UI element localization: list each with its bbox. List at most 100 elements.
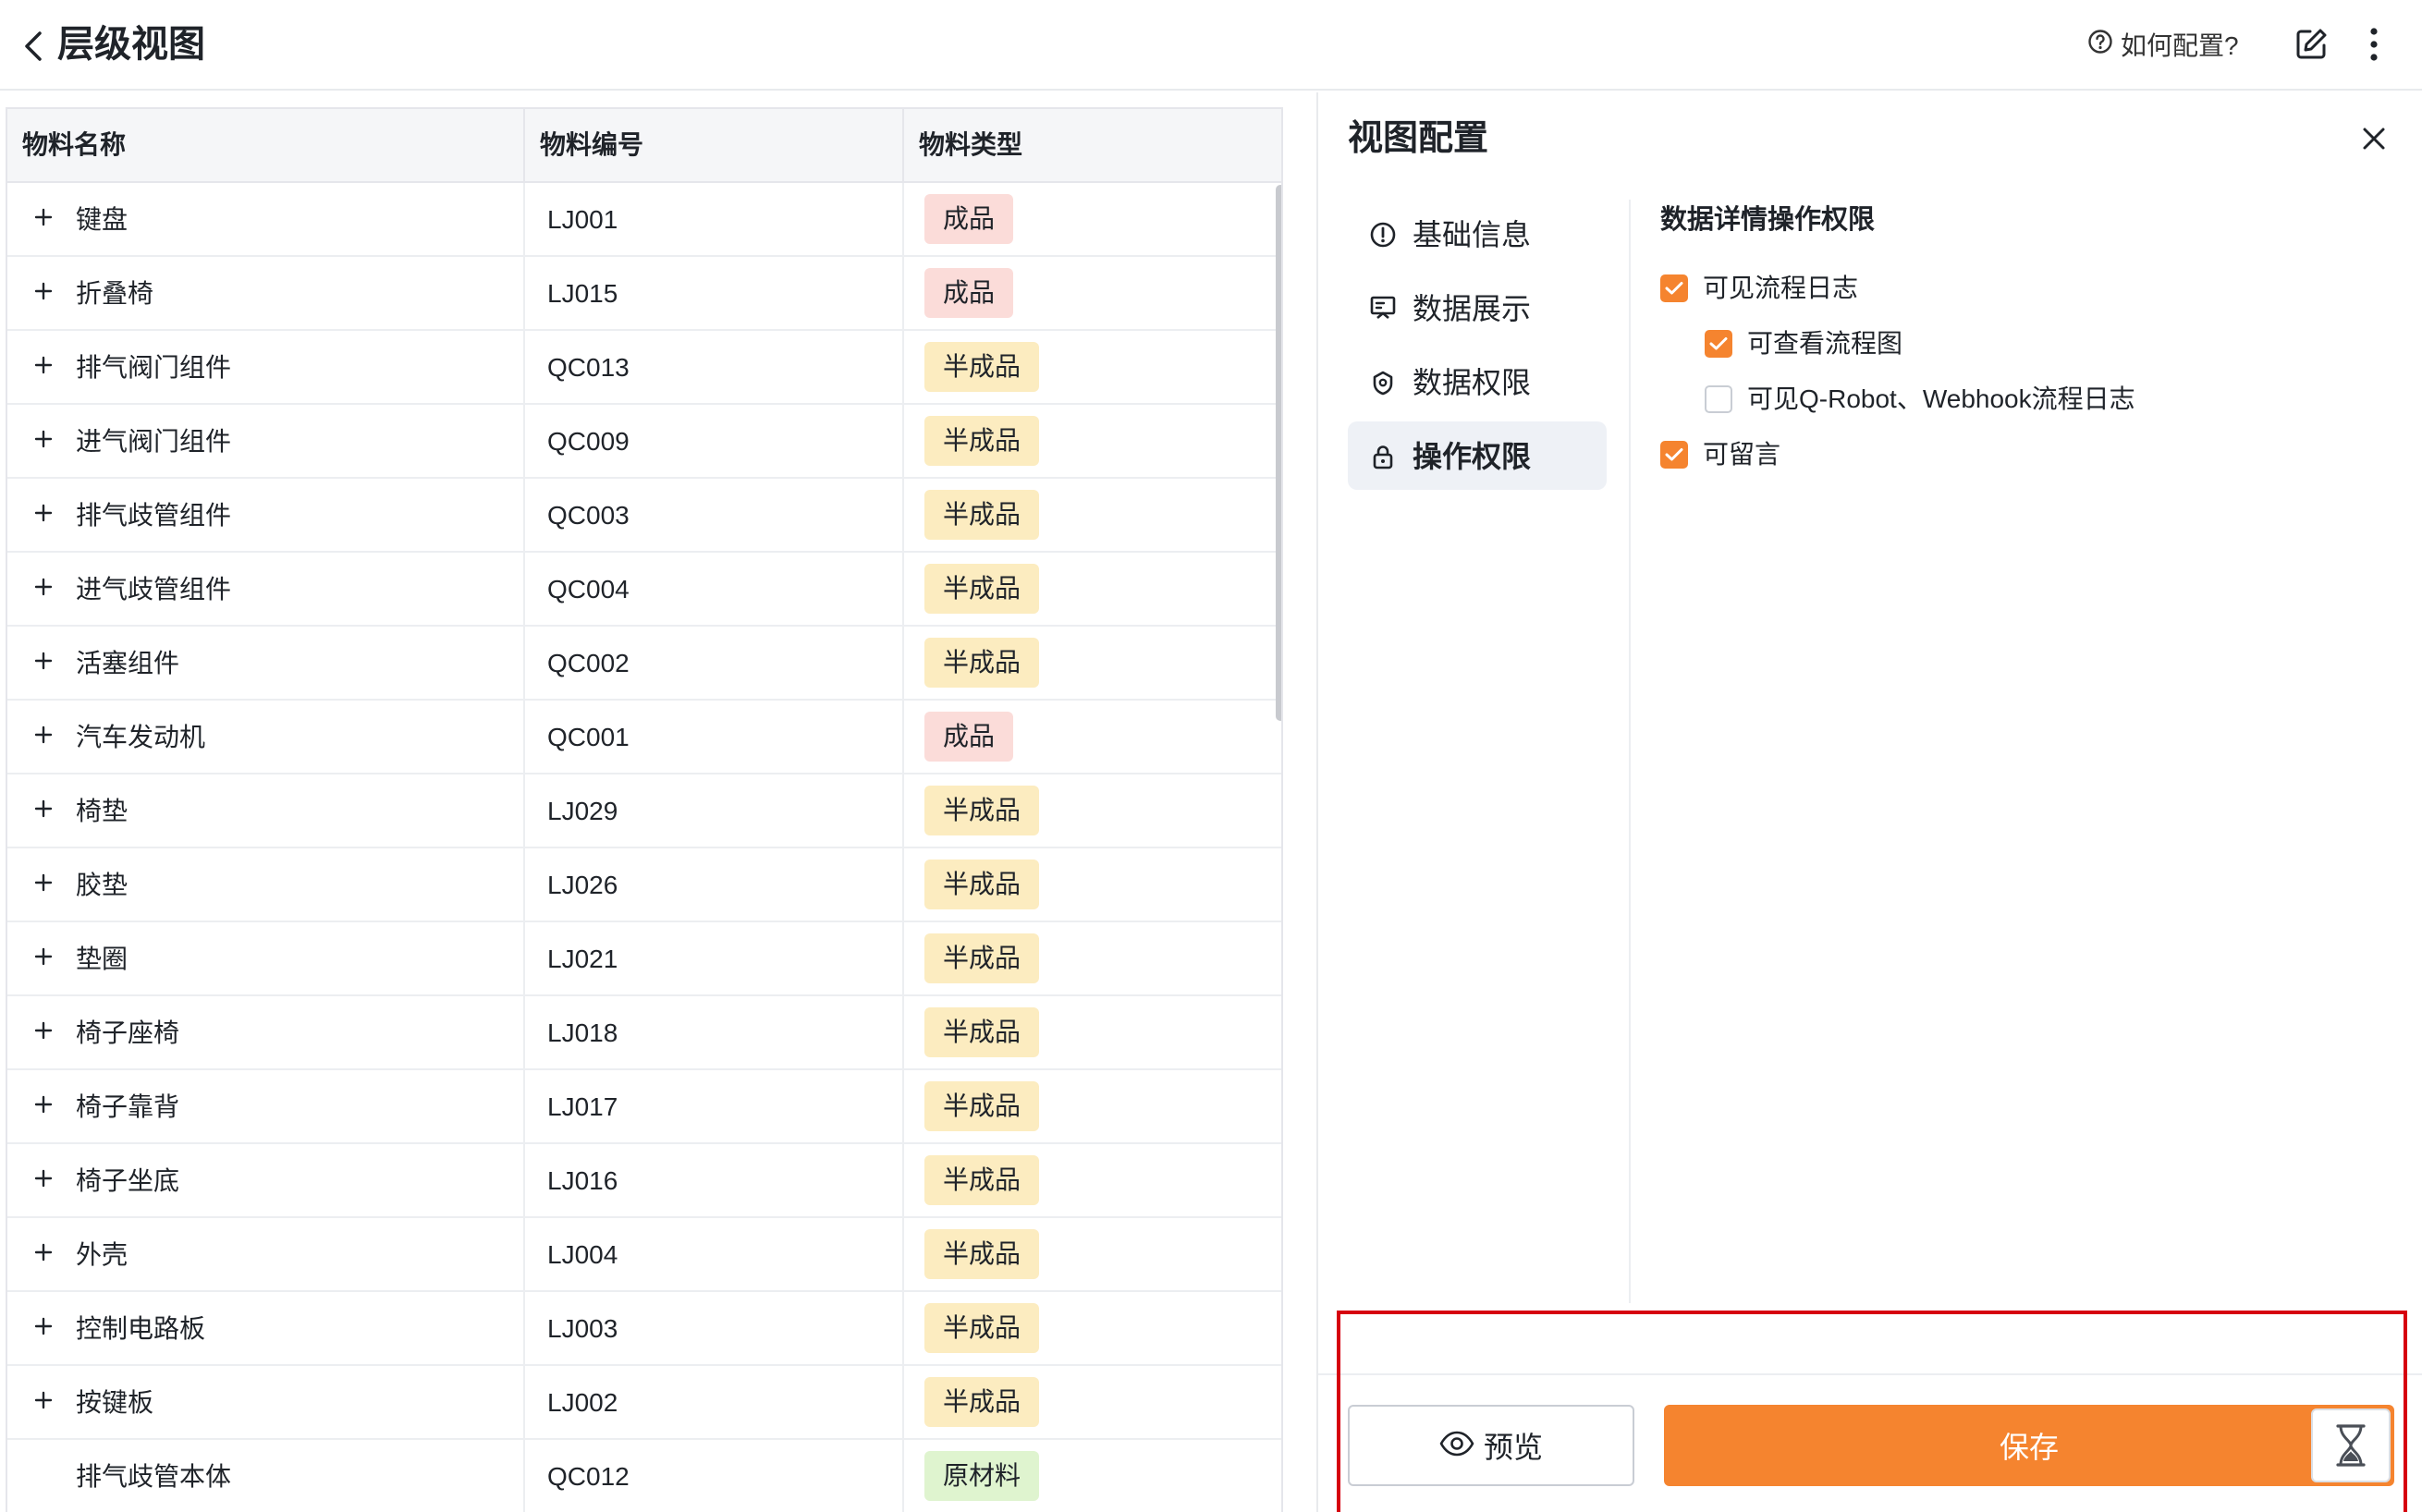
nav-label: 操作权限 <box>1413 440 1532 473</box>
material-code: QC001 <box>547 723 630 751</box>
help-link[interactable]: 如何配置? <box>2087 26 2239 63</box>
expand-plus-icon[interactable] <box>33 1316 54 1336</box>
expand-plus-icon[interactable] <box>33 1242 54 1262</box>
permission-label: 可见流程日志 <box>1703 274 1859 302</box>
nav-item-data-permission[interactable]: 数据权限 <box>1348 348 1607 416</box>
table-row[interactable]: 排气阀门组件 QC013 半成品 <box>7 331 1281 405</box>
material-code: LJ016 <box>547 1166 618 1195</box>
expand-plus-icon[interactable] <box>33 1020 54 1041</box>
material-name: 椅垫 <box>76 797 128 825</box>
expand-plus-icon[interactable] <box>33 281 54 301</box>
table-row[interactable]: 汽车发动机 QC001 成品 <box>7 701 1281 774</box>
more-vertical-icon[interactable] <box>2355 24 2392 65</box>
column-header-type[interactable]: 物料类型 <box>904 109 1281 181</box>
material-name: 按键板 <box>76 1388 154 1417</box>
expand-plus-icon[interactable] <box>33 355 54 375</box>
expand-plus-icon[interactable] <box>33 1094 54 1115</box>
nav-item-data-display[interactable]: 数据展示 <box>1348 274 1607 342</box>
material-name: 垫圈 <box>76 945 128 973</box>
material-code: LJ018 <box>547 1018 618 1047</box>
material-type-tag: 原材料 <box>924 1451 1040 1501</box>
close-icon[interactable] <box>2355 120 2392 157</box>
save-label: 保存 <box>1999 1431 2059 1464</box>
material-code: LJ003 <box>547 1314 618 1343</box>
expand-plus-icon[interactable] <box>33 651 54 671</box>
hourglass-icon[interactable] <box>2311 1408 2391 1482</box>
cell-name: 活塞组件 <box>7 627 525 699</box>
material-name: 键盘 <box>76 205 128 234</box>
nav-item-basic-info[interactable]: 基础信息 <box>1348 200 1607 268</box>
material-name: 排气阀门组件 <box>76 353 232 382</box>
permission-label: 可留言 <box>1703 440 1781 469</box>
material-name: 进气歧管组件 <box>76 575 232 604</box>
material-type-tag: 半成品 <box>924 1229 1040 1279</box>
nav-label: 基础信息 <box>1413 218 1532 251</box>
expand-plus-icon[interactable] <box>33 429 54 449</box>
material-type-tag: 半成品 <box>924 1081 1040 1131</box>
expand-plus-icon[interactable] <box>33 725 54 745</box>
table-row[interactable]: 椅子靠背 LJ017 半成品 <box>7 1070 1281 1144</box>
cell-name: 排气歧管组件 <box>7 479 525 551</box>
expand-plus-icon[interactable] <box>33 799 54 819</box>
save-button[interactable]: 保存 <box>1664 1405 2394 1486</box>
material-code: QC002 <box>547 649 630 677</box>
expand-plus-icon[interactable] <box>33 577 54 597</box>
checkbox-checked-icon[interactable] <box>1705 330 1732 358</box>
cell-code: QC009 <box>525 405 904 477</box>
expand-plus-icon[interactable] <box>33 503 54 523</box>
cell-name: 胶垫 <box>7 848 525 921</box>
table-row[interactable]: 外壳 LJ004 半成品 <box>7 1218 1281 1292</box>
edit-icon[interactable] <box>2291 24 2331 65</box>
cell-name: 进气阀门组件 <box>7 405 525 477</box>
cell-type: 半成品 <box>904 996 1281 1068</box>
material-type-tag: 半成品 <box>924 786 1040 835</box>
cell-name: 垫圈 <box>7 922 525 994</box>
checkbox-unchecked-icon[interactable] <box>1705 385 1732 413</box>
cell-name: 控制电路板 <box>7 1292 525 1364</box>
table-row[interactable]: 按键板 LJ002 半成品 <box>7 1366 1281 1440</box>
column-header-code[interactable]: 物料编号 <box>525 109 904 181</box>
table-row[interactable]: 胶垫 LJ026 半成品 <box>7 848 1281 922</box>
back-arrow-icon[interactable] <box>15 28 52 65</box>
cell-name: 键盘 <box>7 183 525 255</box>
material-type-tag: 半成品 <box>924 1303 1040 1353</box>
material-type-tag: 半成品 <box>924 416 1040 466</box>
table-row[interactable]: 控制电路板 LJ003 半成品 <box>7 1292 1281 1366</box>
checkbox-checked-icon[interactable] <box>1660 441 1688 469</box>
table-row[interactable]: 垫圈 LJ021 半成品 <box>7 922 1281 996</box>
expand-plus-icon[interactable] <box>33 1390 54 1410</box>
material-code: LJ002 <box>547 1388 618 1417</box>
table-row[interactable]: 折叠椅 LJ015 成品 <box>7 257 1281 331</box>
permission-checkbox-row[interactable]: 可留言 <box>1660 434 1780 475</box>
permission-checkbox-row[interactable]: 可见Q-Robot、Webhook流程日志 <box>1705 379 2135 420</box>
table-row[interactable]: 椅子坐底 LJ016 半成品 <box>7 1144 1281 1218</box>
expand-plus-icon[interactable] <box>33 872 54 893</box>
preview-button[interactable]: 预览 <box>1348 1405 1634 1486</box>
expand-plus-icon[interactable] <box>33 207 54 227</box>
table-row[interactable]: 椅垫 LJ029 半成品 <box>7 774 1281 848</box>
expand-plus-icon[interactable] <box>33 1168 54 1189</box>
permission-checkbox-row[interactable]: 可见流程日志 <box>1660 268 1858 309</box>
material-type-tag: 成品 <box>924 194 1014 244</box>
table-row[interactable]: 排气歧管组件 QC003 半成品 <box>7 479 1281 553</box>
cell-type: 半成品 <box>904 1144 1281 1216</box>
table-row[interactable]: 排气歧管本体 QC012 原材料 <box>7 1440 1281 1512</box>
table-row[interactable]: 键盘 LJ001 成品 <box>7 183 1281 257</box>
nav-item-operation-permission[interactable]: 操作权限 <box>1348 421 1607 490</box>
cell-type: 半成品 <box>904 479 1281 551</box>
table-row[interactable]: 进气阀门组件 QC009 半成品 <box>7 405 1281 479</box>
permission-checkbox-row[interactable]: 可查看流程图 <box>1705 323 1902 364</box>
table-row[interactable]: 活塞组件 QC002 半成品 <box>7 627 1281 701</box>
cell-name: 椅子靠背 <box>7 1070 525 1142</box>
cell-code: QC012 <box>525 1440 904 1512</box>
column-header-name[interactable]: 物料名称 <box>7 109 525 181</box>
material-name: 进气阀门组件 <box>76 427 232 456</box>
checkbox-checked-icon[interactable] <box>1660 274 1688 302</box>
expand-plus-icon[interactable] <box>33 946 54 967</box>
table-row[interactable]: 椅子座椅 LJ018 半成品 <box>7 996 1281 1070</box>
material-type-tag: 半成品 <box>924 860 1040 909</box>
table-row[interactable]: 进气歧管组件 QC004 半成品 <box>7 553 1281 627</box>
nav-label: 数据展示 <box>1413 292 1532 325</box>
cell-code: LJ002 <box>525 1366 904 1438</box>
table-scrollbar[interactable] <box>1276 185 1281 721</box>
